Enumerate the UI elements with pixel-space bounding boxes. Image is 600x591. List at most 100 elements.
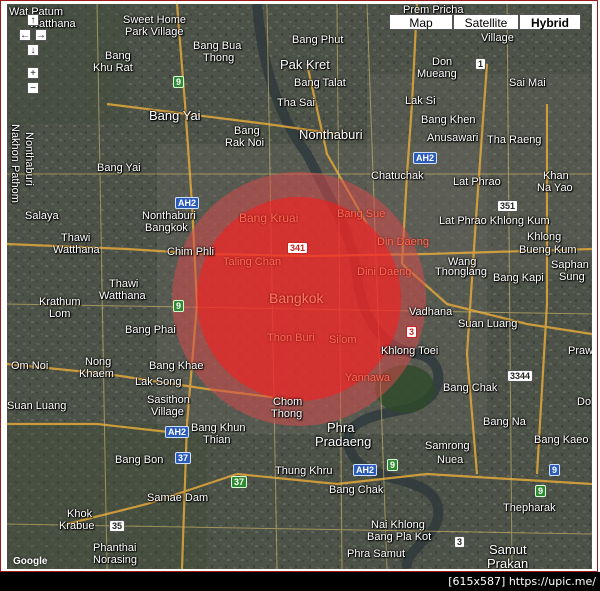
map-type-map-button[interactable]: Map bbox=[389, 14, 453, 30]
zoom-out-button[interactable]: − bbox=[27, 82, 39, 94]
route-shield: 3 bbox=[406, 326, 418, 338]
map-label: Suan Luang bbox=[7, 400, 67, 412]
map-label: Nonthaburi bbox=[23, 132, 35, 186]
map-label: Bueng Kum bbox=[519, 244, 577, 256]
route-shield: 1 bbox=[475, 58, 487, 70]
map-label: Lat Phrao Khlong Kum bbox=[439, 215, 550, 227]
map-label: Thong bbox=[271, 408, 303, 420]
route-shield: 37 bbox=[175, 452, 192, 464]
map-label: Bang Kapi bbox=[493, 272, 544, 284]
route-shield: 35 bbox=[109, 520, 126, 532]
map-frame: Wat Patum Watthana Sweet Home Park Villa… bbox=[0, 0, 598, 572]
map-label: Yannawa bbox=[345, 372, 391, 384]
map-label: Phanthai bbox=[93, 542, 137, 554]
map-label: Samut bbox=[489, 542, 527, 557]
map-label: Watthana bbox=[99, 290, 146, 302]
map-type-hybrid-button[interactable]: Hybrid bbox=[519, 14, 581, 30]
route-shield: 341 bbox=[287, 242, 309, 254]
map-canvas[interactable]: Wat Patum Watthana Sweet Home Park Villa… bbox=[7, 4, 592, 569]
map-label: Krabue bbox=[59, 520, 95, 532]
map-label: Sai Mai bbox=[509, 77, 546, 89]
map-label: Pak Kret bbox=[280, 57, 330, 72]
route-shield: 9 bbox=[549, 464, 561, 476]
map-label: Bang Chak bbox=[329, 484, 384, 496]
pan-down-icon[interactable]: ↓ bbox=[27, 44, 39, 56]
map-label: Khlong bbox=[527, 231, 562, 243]
route-shield: 9 bbox=[535, 485, 547, 497]
map-label: Saphan bbox=[551, 259, 589, 271]
map-type-selector: Map Satellite Hybrid bbox=[389, 14, 581, 30]
map-label: Mueang bbox=[417, 68, 457, 80]
map-label: Bang Khun bbox=[191, 422, 246, 434]
bangkok-label: Bangkok bbox=[269, 290, 324, 306]
map-label: Bang bbox=[234, 125, 260, 137]
map-label: Bang Kaeo bbox=[534, 434, 589, 446]
map-type-satellite-button[interactable]: Satellite bbox=[453, 14, 519, 30]
map-label: Samae Dam bbox=[147, 492, 209, 504]
map-label: Suan Luang bbox=[458, 318, 518, 330]
map-label: Bang Yai bbox=[149, 108, 201, 123]
map-label: Samrong bbox=[425, 440, 470, 452]
map-label: Thong bbox=[203, 52, 235, 64]
map-label: Chim Phli bbox=[167, 246, 215, 258]
pan-right-icon[interactable]: → bbox=[35, 29, 47, 41]
map-label: Taling Chan bbox=[223, 256, 282, 268]
map-label: Bang Talat bbox=[294, 77, 346, 89]
route-shield: AH2 bbox=[413, 152, 438, 164]
map-label: Thon Buri bbox=[267, 332, 315, 344]
map-label: Nai Khlong bbox=[371, 519, 425, 531]
map-label: Nuea bbox=[437, 454, 464, 466]
map-label: Thawi bbox=[109, 278, 139, 290]
map-label: Bang Bua bbox=[193, 40, 242, 52]
map-label: Thepharak bbox=[503, 502, 556, 514]
map-label: Bang Yai bbox=[97, 162, 141, 174]
route-shield: AH2 bbox=[175, 197, 200, 209]
map-label: Tha Sai bbox=[277, 97, 315, 109]
map-label: Dini Daeng bbox=[357, 266, 412, 278]
map-label: Bang bbox=[105, 50, 131, 62]
route-shield: 3344 bbox=[507, 370, 534, 382]
map-label: Din Daeng bbox=[377, 236, 429, 248]
map-label: Thawi bbox=[61, 232, 91, 244]
map-label: Prawe bbox=[568, 345, 592, 357]
map-label: Bang Pla Kot bbox=[367, 531, 432, 543]
map-label: Bang Bon bbox=[115, 454, 164, 466]
route-shield: 9 bbox=[173, 76, 185, 88]
route-shield: AH2 bbox=[353, 464, 378, 476]
map-label: Bang Phai bbox=[125, 324, 176, 336]
map-label: Prakan bbox=[487, 556, 529, 569]
route-shield: 3 bbox=[454, 536, 466, 548]
map-label: Phra bbox=[327, 420, 355, 435]
map-label: Nonthaburi bbox=[142, 210, 196, 222]
zoom-in-button[interactable]: + bbox=[27, 67, 39, 79]
map-label: Anusawari bbox=[427, 132, 479, 144]
map-label: Bang Chak bbox=[443, 382, 498, 394]
map-label: Bang Khae bbox=[149, 360, 204, 372]
map-label: Norasing bbox=[93, 554, 138, 566]
map-label: Khu Rat bbox=[93, 62, 133, 74]
map-label: Don bbox=[432, 56, 453, 68]
map-label: Khan bbox=[543, 170, 569, 182]
route-shield: 9 bbox=[387, 459, 399, 471]
map-label: Lat Phrao bbox=[453, 176, 501, 188]
pan-up-icon[interactable]: ↑ bbox=[27, 14, 39, 26]
pan-left-icon[interactable]: ← bbox=[19, 29, 31, 41]
map-label: Bang Phut bbox=[292, 34, 344, 46]
map-label: Khaem bbox=[79, 368, 114, 380]
map-label: Park Village bbox=[125, 26, 184, 38]
map-label: Thung Khru bbox=[275, 465, 333, 477]
map-label: Lak Si bbox=[405, 95, 436, 107]
map-label: Bangkok bbox=[145, 222, 188, 234]
map-label: Rak Noi bbox=[225, 137, 265, 149]
map-label: Tha Raeng bbox=[487, 134, 542, 146]
route-shield: AH2 bbox=[165, 426, 190, 438]
map-label: Village bbox=[481, 32, 514, 44]
map-label: Sung bbox=[559, 271, 585, 283]
route-shield: 351 bbox=[497, 200, 519, 212]
map-label: Chom bbox=[273, 396, 303, 408]
image-caption: [615x587] https://upic.me/ bbox=[0, 572, 600, 591]
map-label: Khlong Toei bbox=[381, 345, 439, 357]
map-label: Nong bbox=[85, 356, 112, 368]
map-label: Nonthaburi bbox=[299, 127, 363, 142]
map-label: Dok bbox=[577, 396, 592, 408]
